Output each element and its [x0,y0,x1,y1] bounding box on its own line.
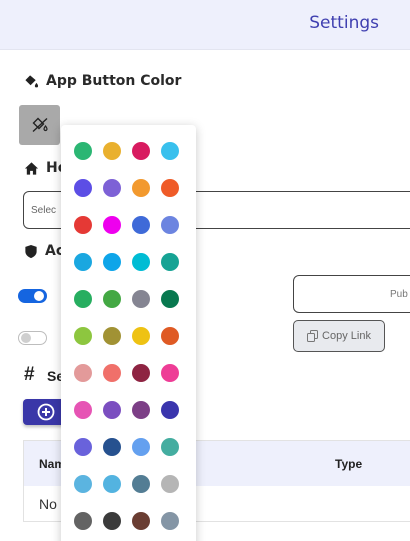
color-swatch[interactable] [74,179,92,197]
color-swatch[interactable] [74,327,92,345]
color-swatch[interactable] [161,216,179,234]
home-icon [24,161,39,175]
color-swatch[interactable] [132,475,150,493]
color-swatch[interactable] [161,512,179,530]
page-title: Settings [309,13,379,33]
color-swatch[interactable] [103,401,121,419]
plus-circle-icon [37,403,55,421]
color-swatch[interactable] [161,475,179,493]
color-swatch[interactable] [132,216,150,234]
color-swatch[interactable] [161,142,179,160]
top-bar: Settings [0,0,410,50]
color-swatch[interactable] [132,142,150,160]
color-swatch[interactable] [74,438,92,456]
color-swatch[interactable] [74,142,92,160]
color-swatch[interactable] [103,179,121,197]
color-swatch[interactable] [74,475,92,493]
public-url-field[interactable]: Pub [293,275,410,313]
color-swatch[interactable] [74,290,92,308]
shield-icon [25,244,37,258]
color-swatch[interactable] [161,179,179,197]
color-swatch[interactable] [132,327,150,345]
column-header-type: Type [335,457,363,471]
color-picker-button[interactable] [19,105,60,145]
color-swatch[interactable] [103,142,121,160]
color-swatch[interactable] [103,512,121,530]
color-swatch[interactable] [132,364,150,382]
color-palette-popover [61,125,196,541]
app-button-color-label: App Button Color [46,73,182,89]
toggle-knob [21,333,31,343]
color-swatch[interactable] [74,253,92,271]
color-swatch[interactable] [74,364,92,382]
app-button-color-heading: App Button Color [24,73,181,89]
table-empty-text: No [39,496,57,512]
color-swatch[interactable] [132,438,150,456]
color-swatch[interactable] [161,364,179,382]
paint-bucket-slash-icon [32,117,48,133]
toggle-knob [34,291,44,301]
copy-link-button[interactable]: Copy Link [293,320,385,352]
color-swatch[interactable] [132,512,150,530]
color-swatch[interactable] [161,253,179,271]
copy-link-label: Copy Link [322,330,371,342]
access-heading: Ac [24,243,64,259]
color-swatch[interactable] [103,290,121,308]
secondary-toggle[interactable] [18,331,47,345]
color-swatch[interactable] [103,364,121,382]
color-swatch[interactable] [103,475,121,493]
color-swatch[interactable] [161,290,179,308]
color-swatch[interactable] [161,327,179,345]
public-url-text: Pub [390,288,408,300]
hash-icon: # [24,364,35,385]
color-swatch[interactable] [161,438,179,456]
color-swatch[interactable] [74,512,92,530]
color-swatch[interactable] [103,438,121,456]
color-swatch[interactable] [74,401,92,419]
color-swatch[interactable] [103,253,121,271]
home-select-placeholder: Selec [31,204,57,216]
copy-icon [307,330,319,342]
color-swatch[interactable] [132,253,150,271]
paint-bucket-icon [25,74,39,87]
color-swatch[interactable] [132,290,150,308]
public-toggle[interactable] [18,289,47,303]
color-swatch[interactable] [132,179,150,197]
color-swatch[interactable] [74,216,92,234]
color-swatch[interactable] [103,216,121,234]
color-swatch[interactable] [103,327,121,345]
color-swatch[interactable] [132,401,150,419]
color-swatch[interactable] [161,401,179,419]
